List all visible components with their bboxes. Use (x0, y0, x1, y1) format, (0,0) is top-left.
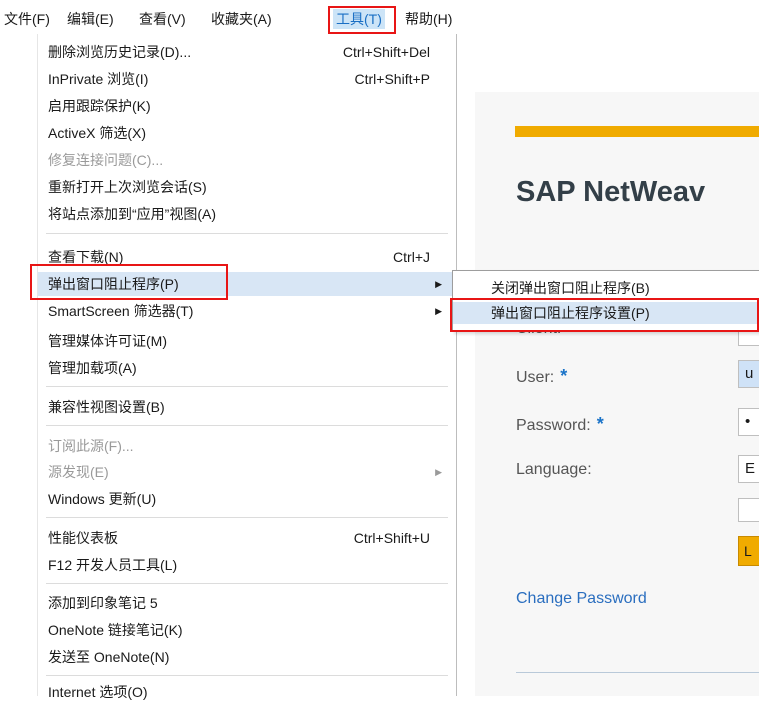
popup-blocker-submenu: 关闭弹出窗口阻止程序(B) 弹出窗口阻止程序设置(P) (452, 270, 759, 332)
menu-item-perf-dashboard[interactable]: 性能仪表板 Ctrl+Shift+U (38, 526, 456, 550)
menu-item-add-to-apps[interactable]: 将站点添加到“应用”视图(A) (38, 202, 456, 226)
menu-separator (46, 583, 448, 584)
menu-item-view-downloads[interactable]: 查看下载(N) Ctrl+J (38, 245, 456, 269)
logon-button[interactable]: L (738, 536, 759, 566)
submenu-arrow-icon: ▶ (435, 279, 442, 289)
checkbox-field[interactable] (738, 498, 759, 522)
page-title: SAP NetWeav (516, 176, 706, 208)
divider (516, 672, 759, 673)
submenu-arrow-icon: ▶ (435, 467, 442, 477)
menu-separator (46, 517, 448, 518)
required-mark: * (596, 414, 604, 434)
menu-separator (46, 386, 448, 387)
menu-item-f12-tools[interactable]: F12 开发人员工具(L) (38, 553, 456, 577)
menu-separator (46, 425, 448, 426)
tools-dropdown-menu: 删除浏览历史记录(D)... Ctrl+Shift+Del InPrivate … (38, 34, 457, 700)
menu-favorites[interactable]: 收藏夹(A) (211, 9, 272, 29)
submenu-arrow-icon: ▶ (435, 306, 442, 316)
menu-item-compat-view[interactable]: 兼容性视图设置(B) (38, 395, 456, 419)
submenu-item-blocker-settings[interactable]: 弹出窗口阻止程序设置(P) (453, 302, 759, 324)
menu-item-delete-history[interactable]: 删除浏览历史记录(D)... Ctrl+Shift+Del (38, 40, 456, 64)
menu-separator (46, 233, 448, 234)
submenu-item-turn-off-blocker[interactable]: 关闭弹出窗口阻止程序(B) (453, 277, 759, 299)
change-password-link[interactable]: Change Password (516, 590, 647, 608)
menu-help[interactable]: 帮助(H) (405, 9, 452, 29)
menu-bar: 文件(F) 编辑(E) 查看(V) 收藏夹(A) 工具(T) 帮助(H) (0, 0, 759, 34)
menu-view[interactable]: 查看(V) (139, 9, 186, 29)
menu-item-evernote[interactable]: 添加到印象笔记 5 (38, 591, 456, 615)
menu-item-onenote-linked[interactable]: OneNote 链接笔记(K) (38, 618, 456, 642)
menu-item-manage-addons[interactable]: 管理加载项(A) (38, 356, 456, 380)
menu-item-media-licenses[interactable]: 管理媒体许可证(M) (38, 329, 456, 353)
menu-separator (46, 675, 448, 676)
menu-item-activex-filter[interactable]: ActiveX 筛选(X) (38, 121, 456, 145)
menu-tools[interactable]: 工具(T) (333, 9, 385, 29)
menu-item-windows-update[interactable]: Windows 更新(U) (38, 487, 456, 511)
menu-item-subscribe-feed: 订阅此源(F)... (48, 438, 134, 454)
menu-item-reopen-session[interactable]: 重新打开上次浏览会话(S) (38, 175, 456, 199)
menu-file[interactable]: 文件(F) (4, 9, 50, 29)
menu-item-tracking-protection[interactable]: 启用跟踪保护(K) (38, 94, 456, 118)
password-field[interactable]: • (738, 408, 759, 436)
menu-item-popup-blocker[interactable]: 弹出窗口阻止程序(P) ▶ (38, 272, 456, 296)
menu-item-fix-connection: 修复连接问题(C)... (48, 152, 164, 168)
menu-item-inprivate[interactable]: InPrivate 浏览(I) Ctrl+Shift+P (38, 67, 456, 91)
menu-edit[interactable]: 编辑(E) (67, 9, 114, 29)
user-label: User: * (516, 366, 568, 386)
menu-item-feed-discovery: 源发现(E) ▶ (38, 460, 456, 484)
required-mark: * (560, 366, 568, 386)
language-label: Language: (516, 461, 592, 478)
language-field[interactable]: E (738, 455, 759, 483)
menu-item-smartscreen[interactable]: SmartScreen 筛选器(T) ▶ (38, 299, 456, 323)
sap-header-bar (515, 126, 759, 137)
menu-item-internet-options[interactable]: Internet 选项(O) (38, 680, 456, 704)
user-field[interactable]: u (738, 360, 759, 388)
password-label: Password: * (516, 414, 604, 434)
menu-item-send-onenote[interactable]: 发送至 OneNote(N) (38, 645, 456, 669)
